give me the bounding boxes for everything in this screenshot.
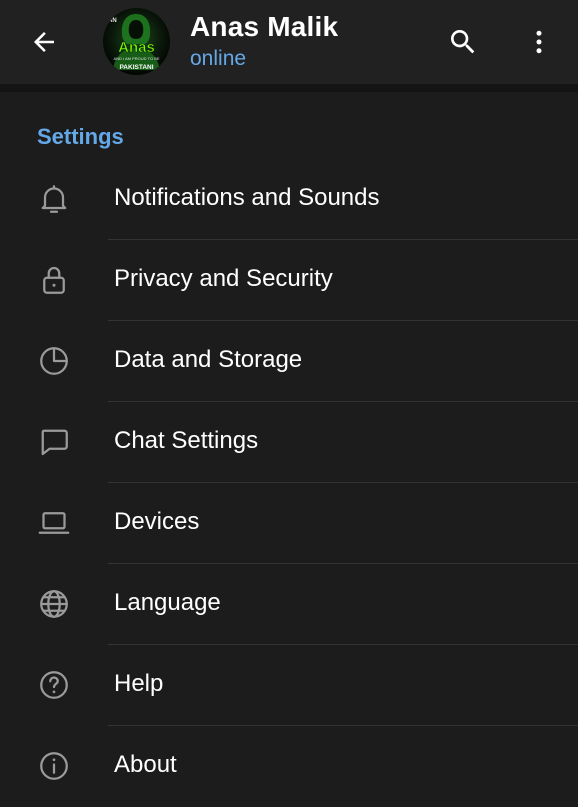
globe-icon	[34, 584, 74, 624]
settings-item-label: Chat Settings	[114, 427, 259, 454]
more-vertical-icon	[536, 30, 542, 54]
search-icon	[451, 30, 475, 54]
header-divider	[0, 84, 578, 92]
settings-item-notifications[interactable]: Notifications and Sounds	[0, 159, 578, 240]
bell-icon	[34, 179, 74, 219]
pie-chart-icon	[34, 341, 74, 381]
chat-bubble-icon	[34, 422, 74, 462]
help-circle-icon	[34, 665, 74, 705]
settings-item-data[interactable]: Data and Storage	[0, 321, 578, 402]
top-app-bar: AN Anas AND I AM PROUD TO BE PAKISTANI A…	[0, 0, 578, 84]
lock-icon	[34, 260, 74, 300]
settings-item-label: Data and Storage	[114, 346, 303, 373]
settings-item-label: Devices	[114, 508, 200, 535]
back-button[interactable]	[22, 20, 66, 64]
arrow-left-icon	[34, 32, 54, 52]
settings-item-label: Privacy and Security	[114, 265, 333, 292]
settings-item-label: About	[114, 751, 177, 778]
status-text: online	[190, 47, 247, 70]
avatar[interactable]: AN Anas AND I AM PROUD TO BE PAKISTANI	[103, 8, 170, 75]
settings-item-chat[interactable]: Chat Settings	[0, 402, 578, 483]
more-options-button[interactable]	[517, 20, 561, 64]
settings-item-help[interactable]: Help	[0, 645, 578, 726]
settings-item-about[interactable]: About	[0, 726, 578, 807]
settings-item-privacy[interactable]: Privacy and Security	[0, 240, 578, 321]
info-icon	[34, 746, 74, 786]
section-title: Settings	[37, 124, 124, 149]
laptop-icon	[34, 503, 74, 543]
settings-item-label: Notifications and Sounds	[114, 184, 380, 211]
avatar-small-bottom: PAKISTANI	[119, 64, 153, 71]
avatar-small-line: AND I AM PROUD TO BE	[113, 56, 159, 61]
avatar-small-top: AN	[108, 18, 117, 24]
settings-item-label: Help	[114, 670, 164, 697]
settings-item-devices[interactable]: Devices	[0, 483, 578, 564]
settings-item-language[interactable]: Language	[0, 564, 578, 645]
settings-item-label: Language	[114, 589, 221, 616]
avatar-text: Anas	[118, 39, 155, 56]
chat-title[interactable]: Anas Malik	[190, 11, 338, 43]
search-button[interactable]	[441, 20, 485, 64]
